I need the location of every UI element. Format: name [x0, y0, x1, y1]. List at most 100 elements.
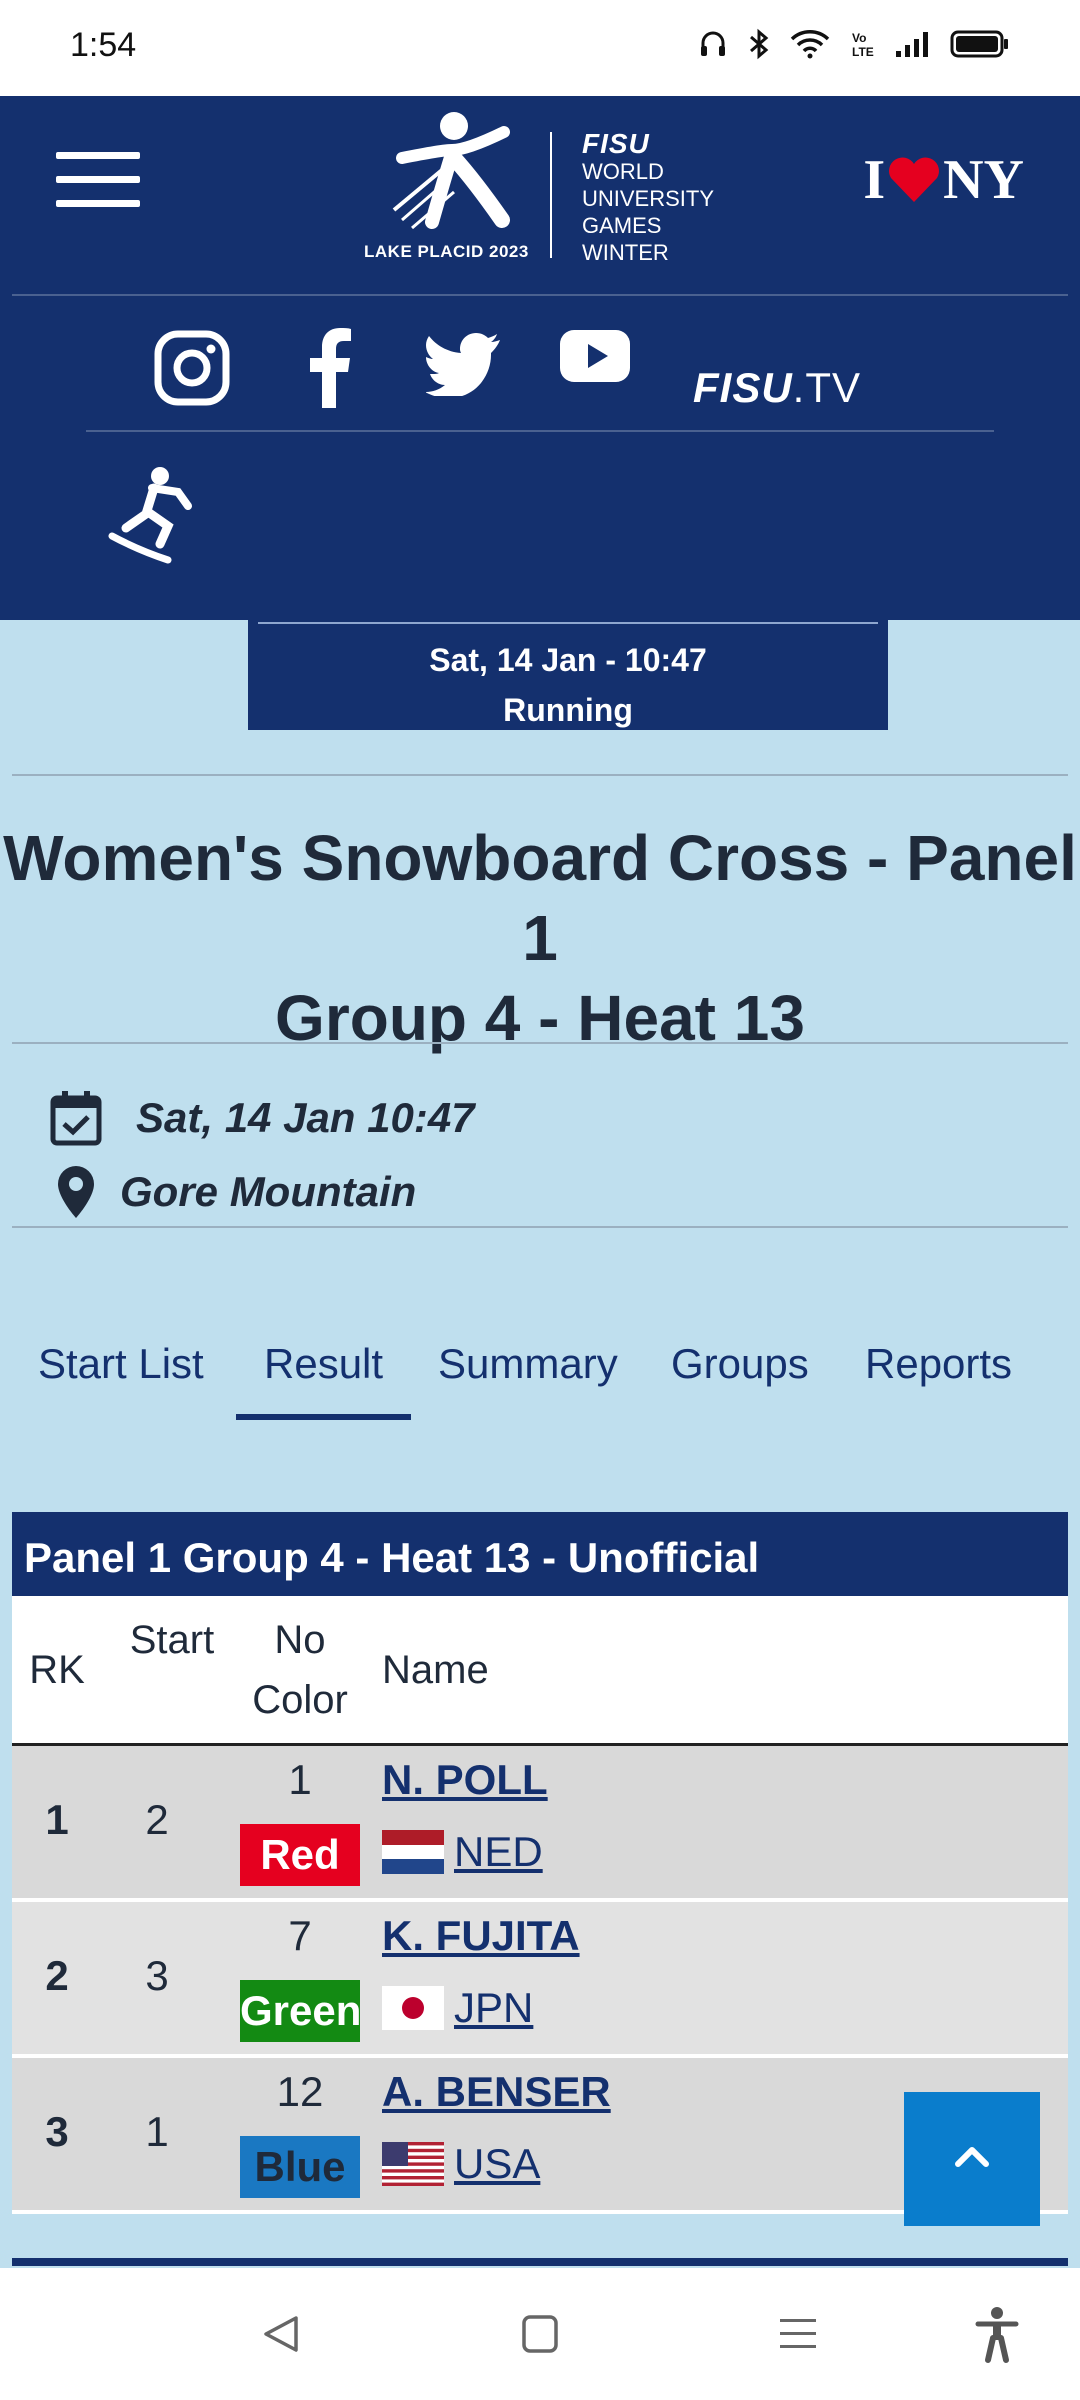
wifi-icon	[790, 30, 830, 59]
header-no-color: No Color	[230, 1610, 370, 1730]
tab-groups[interactable]: Groups	[671, 1340, 809, 1420]
svg-text:Vo: Vo	[852, 31, 866, 45]
fisu-line: WORLD	[582, 159, 664, 184]
bib-color-badge: Blue	[240, 2136, 360, 2198]
bib-number-cell: 12	[276, 2068, 324, 2115]
info-box-line	[258, 622, 878, 624]
recents-menu-icon[interactable]	[778, 2304, 818, 2364]
bib-color-badge: Red	[240, 1824, 360, 1886]
social-links: FISU.TV	[150, 318, 910, 418]
site-header: LAKE PLACID 2023 FISU WORLD UNIVERSITY G…	[0, 96, 1080, 620]
fisu-line: GAMES	[582, 213, 662, 238]
nation-code: USA	[454, 2140, 541, 2187]
fisu-wordmark: FISU	[582, 128, 650, 159]
bib-color-badge: Green	[240, 1980, 361, 2042]
event-status: Running	[503, 692, 633, 728]
signal-icon	[896, 32, 928, 57]
start-pos-cell: 2	[145, 1796, 169, 1843]
chevron-up-icon	[955, 2147, 989, 2167]
bib-number-cell: 1	[288, 1756, 312, 1803]
nation-code: NED	[454, 1828, 543, 1875]
page-title: Women's Snowboard Cross - Panel 1 Group …	[0, 818, 1080, 1058]
header-start-pos: Start	[112, 1610, 232, 1670]
athlete-name-link[interactable]: N. POLL	[382, 1756, 548, 1804]
divider	[12, 774, 1068, 776]
event-venue: Gore Mountain	[120, 1168, 417, 1215]
fisu-line: UNIVERSITY	[582, 186, 715, 211]
volte-icon: VoLTE	[852, 31, 874, 59]
table-bottom-border	[12, 2258, 1068, 2266]
instagram-icon[interactable]	[154, 330, 230, 406]
games-logo[interactable]: LAKE PLACID 2023 FISU WORLD UNIVERSITY G…	[364, 110, 724, 270]
nation-code: JPN	[454, 1984, 534, 2031]
netherlands-flag-icon	[382, 1830, 444, 1874]
snowboard-icon[interactable]	[108, 466, 198, 564]
fisu-tv-link[interactable]: FISU.TV	[693, 364, 861, 412]
nation-link[interactable]: NED	[382, 1828, 543, 1876]
tab-reports[interactable]: Reports	[865, 1340, 1012, 1420]
i-love-ny-logo[interactable]: I NY	[863, 148, 1024, 212]
iny-ny: NY	[943, 149, 1024, 211]
accessibility-icon[interactable]	[974, 2304, 1020, 2364]
tab-start-list[interactable]: Start List	[38, 1340, 204, 1420]
tab-summary[interactable]: Summary	[438, 1340, 618, 1420]
header-rank: RK	[29, 1648, 85, 1692]
header-start-line: Start	[129, 1618, 215, 1662]
table-title: Panel 1 Group 4 - Heat 13 - Unofficial	[12, 1512, 1068, 1596]
home-icon[interactable]	[520, 2304, 560, 2364]
table-row: 1 2 1 Red N. POLL NED	[12, 1746, 1068, 1902]
location-pin-icon	[58, 1166, 94, 1218]
calendar-check-icon	[50, 1091, 102, 1146]
status-icons: Vo LTE	[698, 28, 1010, 60]
athlete-name-link[interactable]: K. FUJITA	[382, 1912, 580, 1960]
headphones-icon	[701, 31, 725, 56]
logo-divider	[550, 132, 552, 258]
heart-icon	[889, 157, 940, 202]
title-line: Group 4 - Heat 13	[275, 982, 805, 1054]
event-venue-row: Gore Mountain	[56, 1164, 416, 1220]
svg-text:LTE: LTE	[852, 45, 874, 59]
bib-number-cell: 7	[288, 1912, 312, 1959]
logo-caption: LAKE PLACID 2023	[364, 242, 529, 261]
event-status-box: Sat, 14 Jan - 10:47 Running	[248, 620, 888, 730]
title-line: Women's Snowboard Cross - Panel 1	[3, 822, 1077, 974]
battery-icon	[950, 30, 1008, 58]
header-divider	[12, 294, 1068, 296]
nation-link[interactable]: USA	[382, 2140, 540, 2188]
usa-flag-icon	[382, 2142, 444, 2186]
lake-placid-mascot-icon	[392, 112, 510, 230]
japan-flag-icon	[382, 1986, 444, 2030]
start-pos-cell: 3	[145, 1952, 169, 1999]
fisutv-suffix: .TV	[792, 364, 862, 411]
result-tabs: Start List Result Summary Groups Reports	[0, 1340, 1080, 1420]
nation-link[interactable]: JPN	[382, 1984, 533, 2032]
facebook-icon[interactable]	[308, 328, 352, 408]
twitter-icon[interactable]	[426, 332, 502, 396]
scroll-to-top-button[interactable]	[904, 2092, 1040, 2226]
header-name: Name	[382, 1648, 489, 1692]
youtube-icon[interactable]	[560, 330, 630, 382]
athlete-name-link[interactable]: A. BENSER	[382, 2068, 611, 2116]
tab-result[interactable]: Result	[236, 1340, 412, 1420]
status-bar: 1:54 Vo LTE	[0, 0, 1080, 96]
table-header: RK Start No Color Name	[12, 1596, 1068, 1746]
rank-cell: 3	[45, 2108, 69, 2155]
iny-i: I	[863, 149, 886, 211]
start-pos-cell: 1	[145, 2108, 169, 2155]
hamburger-menu-button[interactable]	[56, 152, 140, 212]
fisu-games-text: WORLD UNIVERSITY GAMES WINTER	[582, 158, 714, 266]
bluetooth-icon	[750, 28, 769, 60]
menu-bar-icon	[56, 200, 140, 207]
header-color-line: Color	[252, 1678, 348, 1722]
status-time: 1:54	[70, 26, 137, 64]
table-row: 2 3 7 Green K. FUJITA JPN	[12, 1902, 1068, 2058]
event-date-row: Sat, 14 Jan 10:47	[50, 1090, 475, 1146]
header-divider-secondary	[86, 430, 994, 432]
fisu-line: WINTER	[582, 240, 669, 265]
back-icon[interactable]	[258, 2304, 304, 2364]
divider	[12, 1042, 1068, 1044]
header-no-line: No	[274, 1618, 326, 1662]
fisutv-main: FISU	[693, 364, 793, 411]
event-datetime: Sat, 14 Jan - 10:47	[429, 642, 707, 678]
system-navigation-bar	[0, 2268, 1080, 2400]
